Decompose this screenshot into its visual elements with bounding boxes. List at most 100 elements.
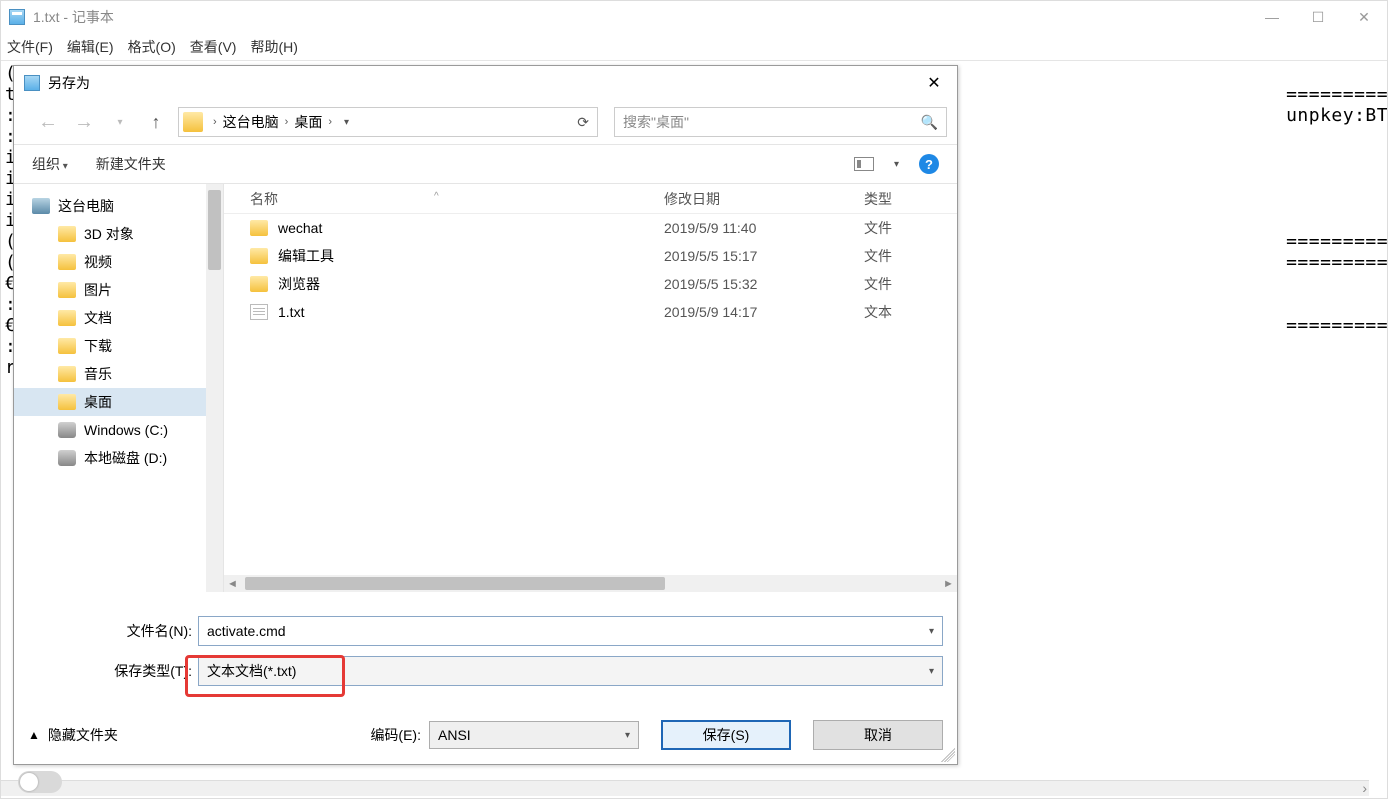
file-row[interactable]: 1.txt2019/5/9 14:17文本: [224, 298, 957, 326]
view-options-icon[interactable]: [854, 157, 874, 171]
tree-item[interactable]: 视频: [14, 248, 223, 276]
chevron-down-icon[interactable]: ▾: [929, 666, 934, 677]
breadcrumb-seg-desktop[interactable]: 桌面: [294, 112, 322, 132]
folder-icon: [250, 248, 268, 264]
dialog-titlebar: 另存为 ✕: [14, 66, 957, 100]
folder-icon: [58, 254, 76, 270]
file-row[interactable]: 浏览器2019/5/5 15:32文件: [224, 270, 957, 298]
chevron-right-icon: ›: [328, 116, 332, 128]
tree-item-this-pc[interactable]: 这台电脑: [14, 192, 223, 220]
notepad-titlebar: 1.txt - 记事本 ― ☐ ✕: [1, 1, 1387, 33]
tree-scrollbar[interactable]: [206, 184, 223, 592]
nav-recent-icon[interactable]: ▾: [106, 117, 134, 128]
hide-folders-toggle[interactable]: ▲ 隐藏文件夹: [28, 725, 118, 745]
file-name: 编辑工具: [278, 246, 334, 266]
notepad-icon: [9, 9, 25, 25]
menu-format[interactable]: 格式(O): [128, 37, 176, 57]
file-date: 2019/5/9 14:17: [664, 304, 864, 320]
tree-label: Windows (C:): [84, 422, 168, 438]
filetype-select[interactable]: 文本文档(*.txt) ▾: [198, 656, 943, 686]
tree-item[interactable]: Windows (C:): [14, 416, 223, 444]
file-row[interactable]: wechat 2019/5/9 11:40文件: [224, 214, 957, 242]
nav-up-icon[interactable]: ↑: [142, 112, 170, 133]
search-icon: 🔍: [921, 114, 938, 131]
chevron-down-icon[interactable]: ▾: [625, 730, 630, 741]
filetype-label: 保存类型(T):: [28, 661, 198, 681]
notepad-menubar: 文件(F) 编辑(E) 格式(O) 查看(V) 帮助(H): [1, 33, 1387, 61]
column-name[interactable]: 名称: [224, 189, 664, 209]
dialog-toolbar: 组织 新建文件夹 ▾ ?: [14, 144, 957, 184]
filelist-horizontal-scrollbar[interactable]: ◄►: [224, 575, 957, 592]
save-as-dialog: 另存为 ✕ ← → ▾ ↑ › 这台电脑 › 桌面 › ▾ ⟳ 搜索"桌面" 🔍…: [13, 65, 958, 765]
file-date: 2019/5/5 15:32: [664, 276, 864, 292]
breadcrumb-folder-icon: [183, 112, 203, 132]
hide-folders-label: 隐藏文件夹: [48, 725, 118, 745]
folder-icon: [250, 276, 268, 292]
dialog-actions: ▲ 隐藏文件夹 编码(E): ANSI ▾ 保存(S) 取消: [14, 702, 957, 764]
folder-icon: [250, 220, 268, 236]
tree-label: 视频: [84, 252, 112, 272]
resize-grip[interactable]: [941, 748, 955, 762]
encoding-label: 编码(E):: [370, 725, 421, 745]
notepad-horizontal-scrollbar[interactable]: [1, 780, 1369, 796]
menu-help[interactable]: 帮助(H): [250, 37, 297, 57]
close-button[interactable]: ✕: [1341, 1, 1387, 33]
folder-icon: [58, 282, 76, 298]
search-placeholder: 搜索"桌面": [623, 112, 689, 132]
file-date: 2019/5/9 11:40: [664, 220, 864, 236]
tree-item[interactable]: 文档: [14, 304, 223, 332]
dialog-title: 另存为: [48, 73, 90, 93]
dialog-icon: [24, 75, 40, 91]
file-list-header: 名称 修改日期 类型: [224, 184, 957, 214]
search-input[interactable]: 搜索"桌面" 🔍: [614, 107, 947, 137]
file-type: 文件: [864, 246, 957, 266]
view-dropdown-icon[interactable]: ▾: [894, 159, 899, 170]
tree-label: 本地磁盘 (D:): [84, 448, 167, 468]
nav-back-icon[interactable]: ←: [34, 111, 62, 134]
filename-input[interactable]: activate.cmd ▾: [198, 616, 943, 646]
pc-icon: [32, 198, 50, 214]
chevron-down-icon[interactable]: ▾: [929, 626, 934, 637]
organize-menu[interactable]: 组织: [32, 156, 68, 172]
file-type: 文本: [864, 302, 957, 322]
menu-view[interactable]: 查看(V): [190, 37, 237, 57]
column-type[interactable]: 类型: [864, 189, 957, 209]
column-date[interactable]: 修改日期: [664, 189, 864, 209]
tree-item[interactable]: 音乐: [14, 360, 223, 388]
maximize-button[interactable]: ☐: [1295, 1, 1341, 33]
breadcrumb[interactable]: › 这台电脑 › 桌面 › ▾ ⟳: [178, 107, 598, 137]
file-type: 文件: [864, 218, 957, 238]
encoding-select[interactable]: ANSI ▾: [429, 721, 639, 749]
minimize-button[interactable]: ―: [1249, 1, 1295, 33]
dialog-bottom: 文件名(N): activate.cmd ▾ 保存类型(T): 文本文档(*.t…: [14, 592, 957, 702]
save-button[interactable]: 保存(S): [661, 720, 791, 750]
filename-label: 文件名(N):: [28, 621, 198, 641]
menu-file[interactable]: 文件(F): [7, 37, 53, 57]
breadcrumb-dropdown-icon[interactable]: ▾: [338, 117, 355, 128]
new-folder-button[interactable]: 新建文件夹: [96, 156, 166, 172]
help-icon[interactable]: ?: [919, 154, 939, 174]
filetype-value: 文本文档(*.txt): [207, 661, 296, 681]
tree-item[interactable]: 桌面: [14, 388, 223, 416]
tree-item[interactable]: 本地磁盘 (D:): [14, 444, 223, 472]
tree-item[interactable]: 图片: [14, 276, 223, 304]
dialog-close-button[interactable]: ✕: [911, 66, 957, 100]
tree-label: 图片: [84, 280, 112, 300]
tree-label: 3D 对象: [84, 224, 134, 244]
tree-item[interactable]: 下载: [14, 332, 223, 360]
tree-label: 桌面: [84, 392, 112, 412]
cancel-button[interactable]: 取消: [813, 720, 943, 750]
page-toggle[interactable]: [18, 771, 62, 793]
refresh-icon[interactable]: ⟳: [569, 114, 597, 131]
filename-value: activate.cmd: [207, 623, 286, 639]
tree-item[interactable]: 3D 对象: [14, 220, 223, 248]
nav-forward-icon[interactable]: →: [70, 111, 98, 134]
file-name: wechat: [278, 220, 322, 236]
chevron-up-icon: ▲: [28, 728, 40, 742]
menu-edit[interactable]: 编辑(E): [67, 37, 114, 57]
tree-label: 文档: [84, 308, 112, 328]
file-row[interactable]: 编辑工具2019/5/5 15:17文件: [224, 242, 957, 270]
tree-label: 这台电脑: [58, 196, 114, 216]
notepad-title: 1.txt - 记事本: [33, 7, 114, 27]
breadcrumb-seg-pc[interactable]: 这台电脑: [223, 112, 279, 132]
